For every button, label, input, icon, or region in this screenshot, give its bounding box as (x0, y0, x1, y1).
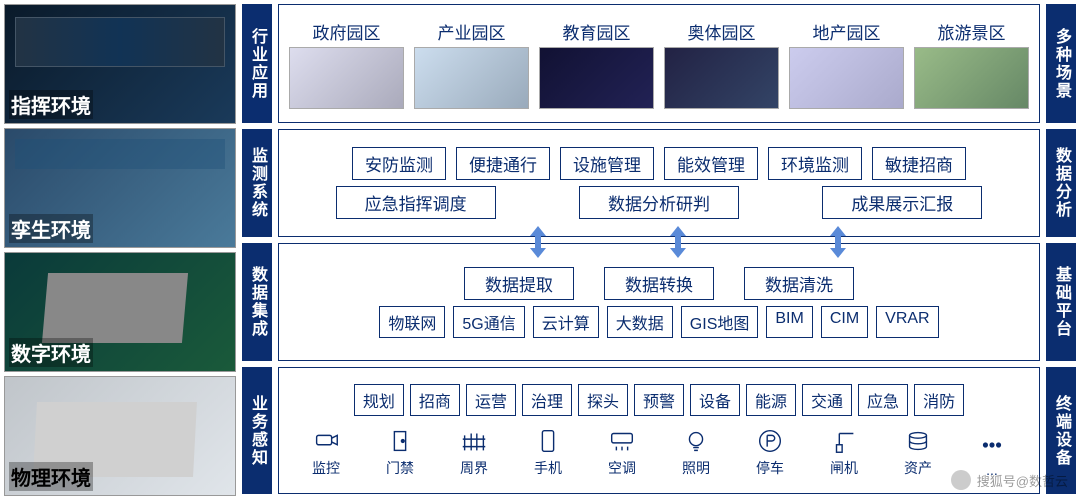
box: 消防 (914, 384, 964, 416)
box: 能源 (746, 384, 796, 416)
thumb-label: 指挥环境 (9, 90, 93, 119)
box: CIM (821, 306, 868, 338)
box: 应急 (858, 384, 908, 416)
icon-ac: 空调 (607, 426, 637, 478)
icon-perimeter: 周界 (459, 426, 489, 478)
box: 运营 (466, 384, 516, 416)
thumb-label: 数字环境 (9, 338, 93, 367)
watermark: 搜狐号@数哲云 (951, 470, 1068, 490)
phone-icon (533, 426, 563, 456)
right-vertical-labels: 多种场景 数据分析 基础平台 终端设备 (1046, 4, 1076, 496)
dots-icon (977, 430, 1007, 460)
box: 大数据 (607, 306, 673, 338)
box: 探头 (578, 384, 628, 416)
pane-industry-app: 政府园区 产业园区 教育园区 奥体园区 地产园区 旅游景区 (278, 4, 1040, 123)
vlabel-data-integration: 数据集成 (242, 243, 272, 361)
environment-thumbs-column: 指挥环境 孪生环境 数字环境 物理环境 (4, 4, 236, 496)
stack-icon (903, 426, 933, 456)
box: 规划 (354, 384, 404, 416)
thumb-command-env: 指挥环境 (4, 4, 236, 124)
camera-icon (311, 426, 341, 456)
etl-row: 数据提取 数据转换 数据清洗 (289, 267, 1029, 300)
card-tourism: 旅游景区 (914, 19, 1029, 109)
box: 能效管理 (664, 147, 758, 180)
parking-icon (755, 426, 785, 456)
icon-mobile: 手机 (533, 426, 563, 478)
box: 云计算 (533, 306, 599, 338)
box: 预警 (634, 384, 684, 416)
thumb-label: 物理环境 (9, 462, 93, 491)
box: 数据提取 (464, 267, 574, 300)
box: 治理 (522, 384, 572, 416)
box: 便捷通行 (456, 147, 550, 180)
box: 数据清洗 (744, 267, 854, 300)
box: 环境监测 (768, 147, 862, 180)
box: 5G通信 (453, 306, 524, 338)
park-cards-row: 政府园区 产业园区 教育园区 奥体园区 地产园区 旅游景区 (289, 19, 1029, 109)
icon-lighting: 照明 (681, 426, 711, 478)
vlabel-base-platform: 基础平台 (1046, 243, 1076, 361)
vlabel-data-analysis: 数据分析 (1046, 129, 1076, 237)
vlabel-monitoring-sys: 监测系统 (242, 129, 272, 237)
thumb-label: 孪生环境 (9, 214, 93, 243)
box: BIM (766, 306, 812, 338)
door-icon (385, 426, 415, 456)
box: 数据转换 (604, 267, 714, 300)
vlabel-scenarios: 多种场景 (1046, 4, 1076, 123)
vlabel-business-sense: 业务感知 (242, 367, 272, 494)
box: 成果展示汇报 (822, 186, 982, 219)
thumb-twin-env: 孪生环境 (4, 128, 236, 248)
vlabel-industry-app: 行业应用 (242, 4, 272, 123)
device-icons-row: 监控 门禁 周界 手机 空调 照明 停车 闸机 资产 ... (289, 426, 1029, 478)
diagram-root: 指挥环境 孪生环境 数字环境 物理环境 行业应用 监测系统 数据集成 业务感知 … (0, 0, 1080, 500)
box: 应急指挥调度 (336, 186, 496, 219)
card-edu-park: 教育园区 (539, 19, 654, 109)
box: 安防监测 (352, 147, 446, 180)
box: GIS地图 (681, 306, 759, 338)
icon-gate: 闸机 (829, 426, 859, 478)
box: 数据分析研判 (579, 186, 739, 219)
biz-tags-row: 规划 招商 运营 治理 探头 预警 设备 能源 交通 应急 消防 (289, 384, 1029, 416)
box: 设施管理 (560, 147, 654, 180)
box: 交通 (802, 384, 852, 416)
card-olympic-park: 奥体园区 (664, 19, 779, 109)
box: 敏捷招商 (872, 147, 966, 180)
main-content: 政府园区 产业园区 教育园区 奥体园区 地产园区 旅游景区 安防监测 便捷通行 … (278, 4, 1040, 496)
thumb-physical-env: 物理环境 (4, 376, 236, 496)
left-vertical-labels: 行业应用 监测系统 数据集成 业务感知 (242, 4, 272, 496)
box: 设备 (690, 384, 740, 416)
box: VRAR (876, 306, 938, 338)
bulb-icon (681, 426, 711, 456)
card-estate-park: 地产园区 (789, 19, 904, 109)
monitor-row-2: 应急指挥调度 数据分析研判 成果展示汇报 (289, 186, 1029, 219)
tech-row: 物联网 5G通信 云计算 大数据 GIS地图 BIM CIM VRAR (289, 306, 1029, 338)
card-industry-park: 产业园区 (414, 19, 529, 109)
card-gov-park: 政府园区 (289, 19, 404, 109)
monitor-row-1: 安防监测 便捷通行 设施管理 能效管理 环境监测 敏捷招商 (289, 147, 1029, 180)
icon-surveillance: 监控 (311, 426, 341, 478)
watermark-text: 搜狐号@数哲云 (977, 471, 1068, 490)
icon-access: 门禁 (385, 426, 415, 478)
thumb-digital-env: 数字环境 (4, 252, 236, 372)
ac-icon (607, 426, 637, 456)
pane-business-sense: 规划 招商 运营 治理 探头 预警 设备 能源 交通 应急 消防 监控 门禁 周… (278, 367, 1040, 494)
arrow-connector (278, 222, 1040, 262)
icon-asset: 资产 (903, 426, 933, 478)
gate-icon (829, 426, 859, 456)
fence-icon (459, 426, 489, 456)
watermark-icon (951, 470, 971, 490)
pane-monitoring: 安防监测 便捷通行 设施管理 能效管理 环境监测 敏捷招商 应急指挥调度 数据分… (278, 129, 1040, 237)
box: 招商 (410, 384, 460, 416)
icon-parking: 停车 (755, 426, 785, 478)
box: 物联网 (379, 306, 445, 338)
